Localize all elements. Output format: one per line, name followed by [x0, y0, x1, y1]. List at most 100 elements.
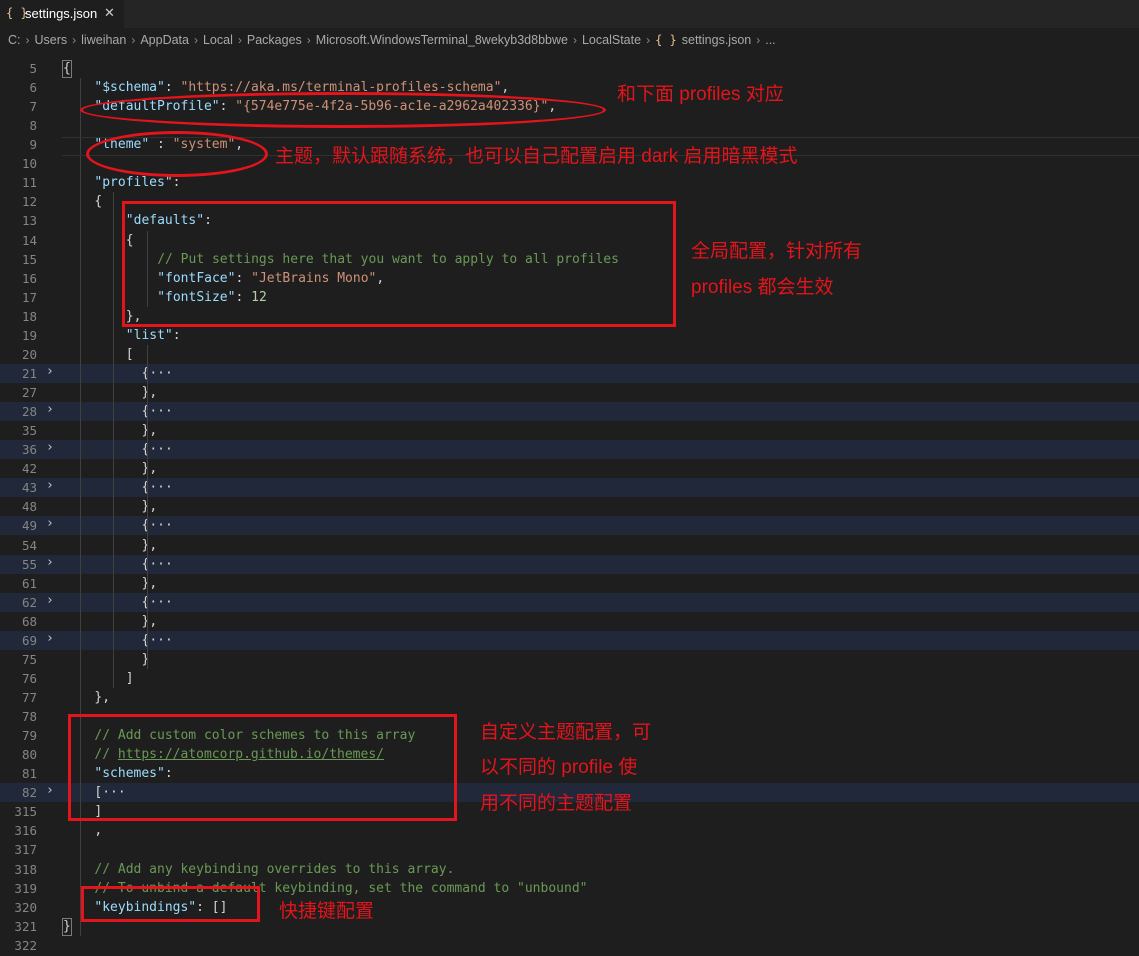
code-line[interactable]: 322: [0, 936, 1139, 955]
indent-guide: [147, 344, 148, 669]
fold-chevron-icon[interactable]: ›: [46, 631, 54, 646]
fold-chevron-icon[interactable]: ›: [46, 783, 54, 798]
code-text: },: [141, 613, 158, 629]
code-text: ]: [125, 670, 134, 686]
code-line[interactable]: 6 "$schema": "https://aka.ms/terminal-pro…: [0, 78, 1139, 97]
annotation-text-schemes-1: 自定义主题配置，可: [480, 722, 652, 743]
close-icon[interactable]: ✕: [104, 5, 115, 21]
code-line[interactable]: 62 › {···: [0, 592, 1139, 612]
fold-chevron-icon[interactable]: ›: [46, 478, 54, 493]
line-number: 43: [21, 480, 37, 496]
code-line[interactable]: 19 "list":: [0, 326, 1139, 345]
code-line[interactable]: 77},: [0, 688, 1139, 707]
breadcrumb-item[interactable]: ...: [765, 33, 775, 47]
line-number: 19: [21, 327, 37, 343]
code-line[interactable]: 36 › {···: [0, 440, 1139, 460]
annotation-text-defaults-2: profiles 都会生效: [691, 277, 834, 298]
fold-chevron-icon[interactable]: ›: [46, 555, 54, 570]
code-line[interactable]: 43 › {···: [0, 478, 1139, 498]
code-line[interactable]: 35},: [0, 421, 1139, 440]
line-number: 42: [21, 461, 37, 477]
code-line[interactable]: 316,: [0, 821, 1139, 840]
indent-guide: [113, 192, 114, 688]
code-text: },: [141, 575, 158, 591]
code-line[interactable]: 54},: [0, 536, 1139, 555]
fold-chevron-icon[interactable]: ›: [46, 440, 54, 455]
code-line[interactable]: 27},: [0, 383, 1139, 402]
code-line[interactable]: 48},: [0, 497, 1139, 516]
breadcrumb-item[interactable]: Local: [203, 33, 233, 47]
tab-settings-json[interactable]: { } settings.json ✕: [0, 0, 124, 28]
code-text: },: [141, 499, 158, 515]
code-line[interactable]: 75}: [0, 650, 1139, 669]
code-text: },: [141, 385, 158, 401]
line-number: 14: [21, 232, 37, 248]
code-text: // Add any keybinding overrides to this …: [94, 861, 455, 877]
line-number: 16: [21, 270, 37, 286]
line-number: 318: [14, 861, 37, 877]
fold-chevron-icon[interactable]: ›: [46, 402, 54, 417]
code-line[interactable]: 317: [0, 840, 1139, 859]
line-number: 7: [29, 99, 37, 115]
code-text: }: [141, 651, 150, 667]
breadcrumb-item[interactable]: LocalState: [582, 33, 641, 47]
line-number: 55: [21, 556, 37, 572]
breadcrumb-item[interactable]: Packages: [247, 33, 302, 47]
line-number: 5: [29, 61, 37, 76]
breadcrumb: C: › Users › liweihan › AppData › Local › Packages…: [0, 29, 1139, 51]
line-number: 321: [14, 918, 37, 934]
code-line[interactable]: 42},: [0, 459, 1139, 478]
breadcrumb-separator: ›: [756, 33, 761, 47]
line-number: 18: [21, 308, 37, 324]
line-number: 78: [21, 709, 37, 725]
line-number: 319: [14, 880, 37, 896]
breadcrumb-item[interactable]: AppData: [140, 33, 189, 47]
code-line[interactable]: 20 [: [0, 345, 1139, 364]
line-number: 79: [21, 728, 37, 744]
line-number: 48: [21, 499, 37, 515]
breadcrumb-separator: ›: [193, 33, 198, 47]
breadcrumb-item[interactable]: Users: [35, 33, 68, 47]
code-line[interactable]: 76]: [0, 669, 1139, 688]
line-number: 11: [21, 175, 37, 191]
breadcrumb-separator: ›: [306, 33, 311, 47]
line-number: 82: [21, 785, 37, 801]
fold-chevron-icon[interactable]: ›: [46, 516, 54, 531]
line-number: 322: [14, 937, 37, 953]
line-number: 69: [21, 632, 37, 648]
tab-label: settings.json: [25, 6, 98, 21]
code-line[interactable]: 21 › {···: [0, 363, 1139, 383]
line-number: 36: [21, 442, 37, 458]
breadcrumb-item[interactable]: C:: [8, 33, 21, 47]
code-line[interactable]: 318 // Add any keybinding overrides to th…: [0, 860, 1139, 879]
fold-chevron-icon[interactable]: ›: [46, 364, 54, 379]
line-number: 76: [21, 670, 37, 686]
breadcrumb-item[interactable]: settings.json: [682, 33, 751, 47]
breadcrumb-separator: ›: [72, 33, 77, 47]
code-line[interactable]: 49 › {···: [0, 516, 1139, 536]
tab-bar: { } settings.json ✕: [0, 0, 1139, 28]
annotation-oval-default-profile: [80, 92, 606, 128]
code-line[interactable]: 61},: [0, 574, 1139, 593]
annotation-text-schemes-3: 用不同的主题配置: [480, 793, 633, 814]
json-file-icon: { }: [655, 33, 677, 47]
line-number: 80: [21, 747, 37, 763]
line-number: 6: [29, 80, 37, 96]
code-line[interactable]: 5{: [0, 59, 1139, 78]
breadcrumb-item[interactable]: liweihan: [81, 33, 126, 47]
code-text: },: [94, 689, 111, 705]
annotation-oval-theme: [86, 131, 268, 177]
annotation-box-keybindings: [81, 886, 260, 922]
line-number: 77: [21, 689, 37, 705]
breadcrumb-separator: ›: [572, 33, 577, 47]
annotation-box-schemes: [68, 714, 457, 821]
code-line[interactable]: 68},: [0, 612, 1139, 631]
line-number: 15: [21, 251, 37, 267]
code-line[interactable]: 55 › {···: [0, 554, 1139, 574]
code-line[interactable]: 69 › {···: [0, 630, 1139, 650]
code-line[interactable]: 28 › {···: [0, 402, 1139, 422]
line-number: 13: [21, 213, 37, 229]
breadcrumb-item[interactable]: Microsoft.WindowsTerminal_8wekyb3d8bbwe: [316, 33, 568, 47]
breadcrumb-separator: ›: [131, 33, 136, 47]
fold-chevron-icon[interactable]: ›: [46, 593, 54, 608]
